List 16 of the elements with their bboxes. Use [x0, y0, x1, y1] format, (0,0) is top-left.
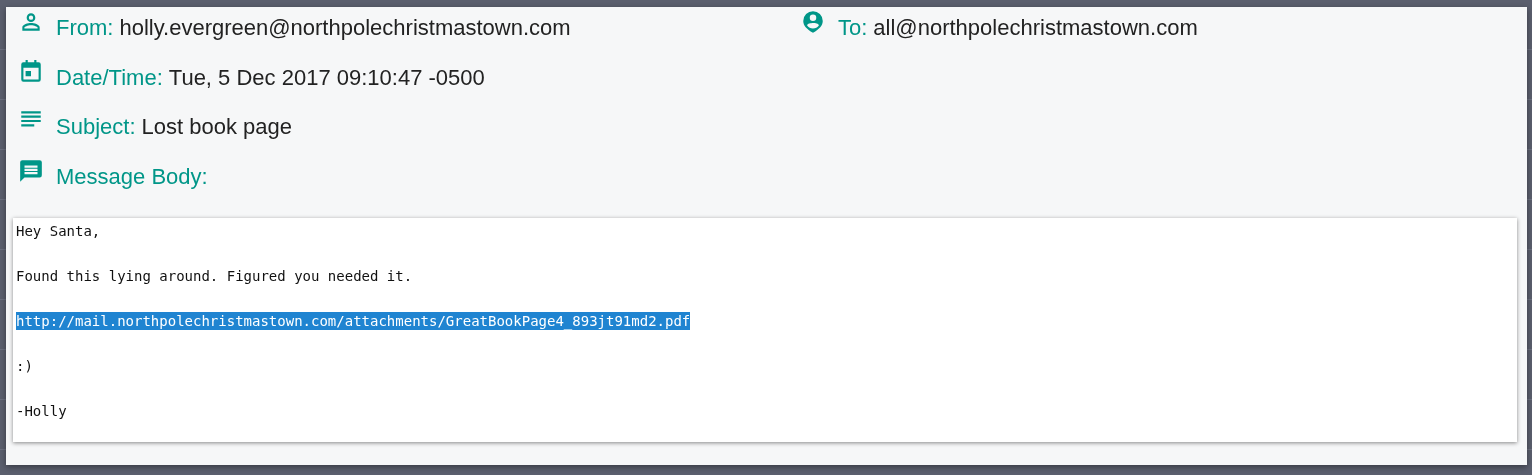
account-icon [800, 9, 826, 35]
field-value: Tue, 5 Dec 2017 09:10:47 -0500 [168, 64, 485, 91]
field-value: all@northpolechristmastown.com [873, 15, 1198, 41]
field-label: Message Body: [56, 163, 208, 190]
field-label: From: [56, 15, 114, 41]
field-value: Lost book page [141, 114, 292, 140]
field-label: Date/Time: [56, 64, 163, 91]
message-line: -Holly [16, 402, 67, 420]
message-line: Hey Santa, [16, 222, 101, 240]
message-line: Found this lying around. Figured you needed it. [16, 267, 413, 285]
field-label: Subject: [56, 114, 136, 140]
field-value: holly.evergreen@northpolechristmastown.com [119, 15, 571, 41]
chat-icon [18, 157, 44, 184]
message-line: :) [16, 357, 33, 375]
field-label: To: [838, 15, 868, 41]
calendar-icon [18, 58, 44, 85]
